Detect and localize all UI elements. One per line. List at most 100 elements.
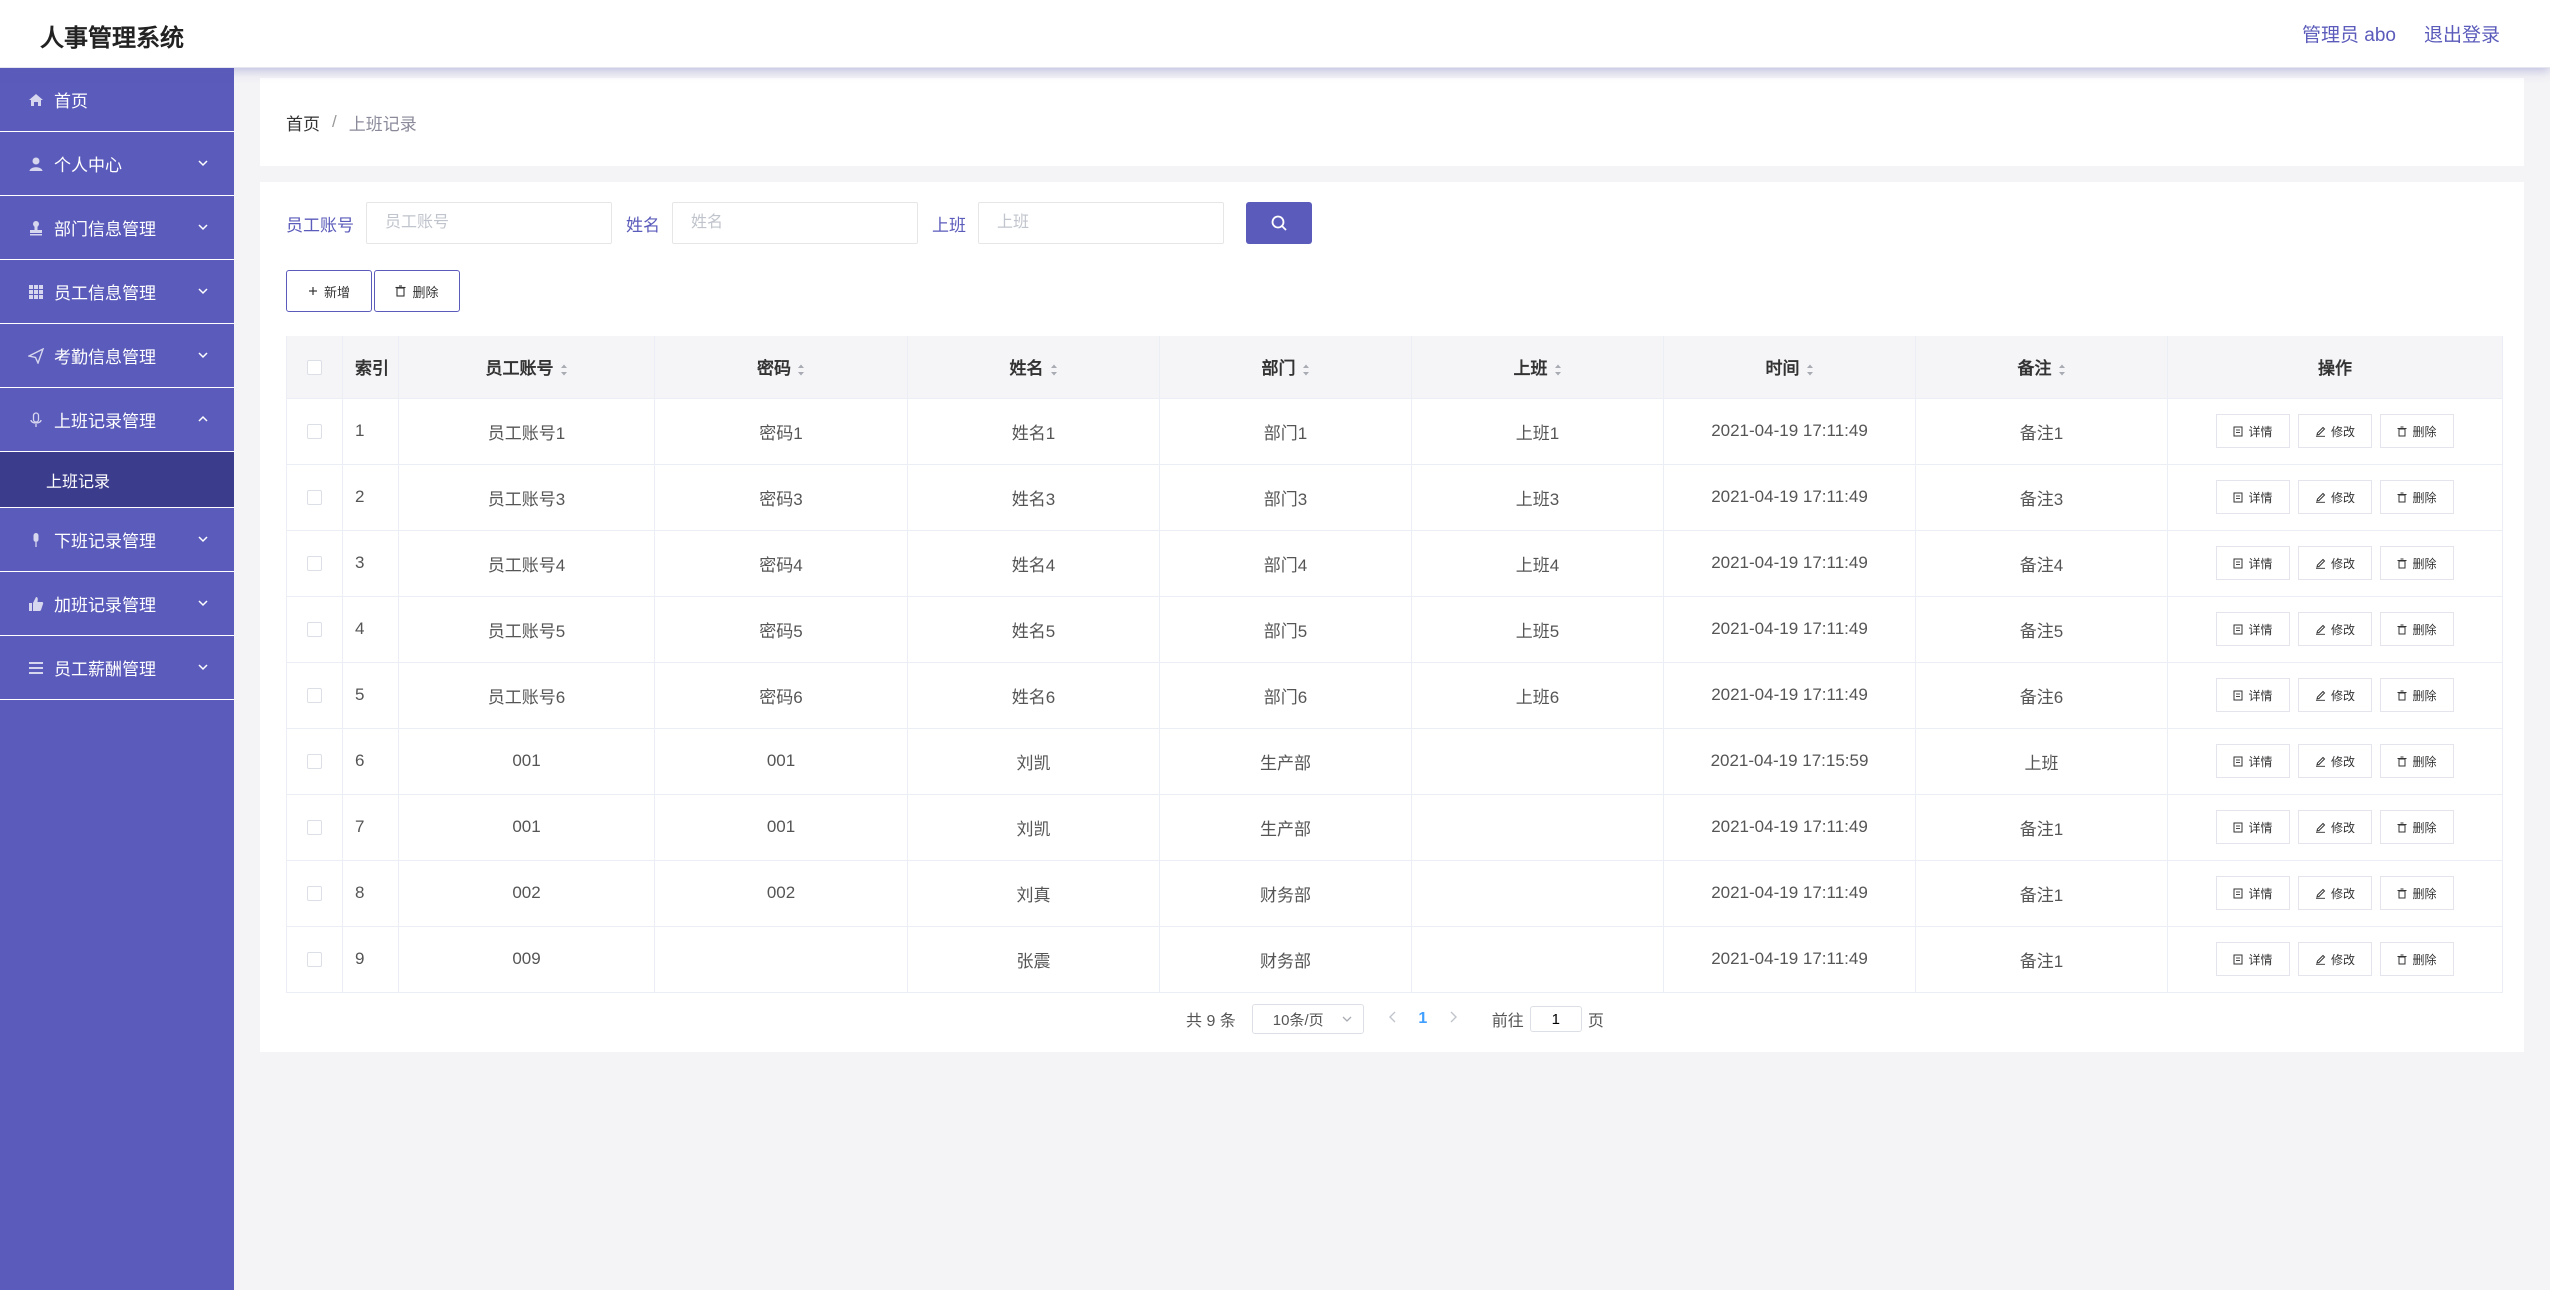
- pagination: 共 9 条 10条/页 1 前往 页: [1186, 1004, 1604, 1034]
- cell-dept: 部门5: [1159, 596, 1412, 663]
- column-header-account[interactable]: 员工账号: [398, 336, 655, 399]
- column-header-department[interactable]: 部门: [1159, 336, 1412, 399]
- next-page-button[interactable]: [1438, 1010, 1468, 1028]
- cell-note: 备注1: [1915, 398, 2168, 465]
- edit-button[interactable]: 修改: [2298, 480, 2372, 514]
- row-checkbox[interactable]: [307, 424, 322, 440]
- detail-button[interactable]: 详情: [2216, 942, 2290, 976]
- grid-icon: [28, 284, 44, 300]
- sidebar-item-overtime-records[interactable]: 加班记录管理: [0, 572, 234, 636]
- total-count: 共 9 条: [1186, 1013, 1236, 1030]
- detail-button[interactable]: 详情: [2216, 546, 2290, 580]
- sidebar-item-department[interactable]: 部门信息管理: [0, 196, 234, 260]
- edit-button[interactable]: 修改: [2298, 810, 2372, 844]
- edit-button[interactable]: 修改: [2298, 414, 2372, 448]
- row-checkbox[interactable]: [307, 688, 322, 704]
- sidebar-item-checkin-records[interactable]: 上班记录管理: [0, 388, 234, 452]
- sidebar-item-salary[interactable]: 员工薪酬管理: [0, 636, 234, 700]
- delete-button[interactable]: 删除: [2380, 744, 2454, 778]
- name-search-input[interactable]: [672, 202, 918, 244]
- cell-password: 密码6: [654, 662, 908, 729]
- sidebar-item-home[interactable]: 首页: [0, 68, 234, 132]
- goto-page-input[interactable]: [1529, 1006, 1582, 1032]
- page-number[interactable]: 1: [1408, 1010, 1438, 1028]
- chevron-right-icon: [1450, 1011, 1457, 1023]
- delete-button[interactable]: 删除: [2380, 546, 2454, 580]
- add-button[interactable]: 新增: [286, 270, 372, 312]
- admin-user-label[interactable]: 管理员 abo: [2302, 20, 2396, 47]
- menu-icon: [28, 660, 44, 676]
- delete-button[interactable]: 删除: [2380, 414, 2454, 448]
- edit-button[interactable]: 修改: [2298, 678, 2372, 712]
- cell-actions: 详情 修改 删除: [2167, 926, 2503, 993]
- cell-actions: 详情 修改 删除: [2167, 860, 2503, 927]
- cell-note: 备注6: [1915, 662, 2168, 729]
- sidebar-item-label: 下班记录管理: [54, 532, 156, 551]
- detail-button[interactable]: 详情: [2216, 414, 2290, 448]
- cell-shift: 上班4: [1411, 530, 1664, 597]
- edit-button[interactable]: 修改: [2298, 744, 2372, 778]
- edit-button[interactable]: 修改: [2298, 876, 2372, 910]
- sidebar-subitem-checkin-record[interactable]: 上班记录: [0, 452, 234, 508]
- page-size-select[interactable]: 10条/页: [1251, 1004, 1364, 1034]
- document-icon: [2233, 690, 2243, 700]
- trash-icon: [2397, 558, 2407, 568]
- row-checkbox[interactable]: [307, 556, 322, 572]
- breadcrumb-home-link[interactable]: 首页: [286, 110, 320, 135]
- shift-search-input[interactable]: [978, 202, 1224, 244]
- row-checkbox[interactable]: [307, 754, 322, 770]
- column-header-name[interactable]: 姓名: [907, 336, 1160, 399]
- sidebar-item-attendance[interactable]: 考勤信息管理: [0, 324, 234, 388]
- row-checkbox[interactable]: [307, 886, 322, 902]
- cell-shift: 上班3: [1411, 464, 1664, 531]
- detail-button[interactable]: 详情: [2216, 480, 2290, 514]
- edit-button-label: 修改: [2330, 424, 2355, 439]
- logout-link[interactable]: 退出登录: [2424, 20, 2500, 47]
- delete-button[interactable]: 删除: [2380, 942, 2454, 976]
- cell-time: 2021-04-19 17:11:49: [1663, 398, 1916, 465]
- edit-button[interactable]: 修改: [2298, 942, 2372, 976]
- delete-button[interactable]: 删除: [2380, 480, 2454, 514]
- cell-password: 001: [654, 728, 908, 795]
- column-header-shift[interactable]: 上班: [1411, 336, 1664, 399]
- cell-shift: [1411, 728, 1664, 795]
- sort-icon: [2058, 364, 2065, 376]
- sidebar-item-label: 个人中心: [54, 156, 122, 175]
- select-all-checkbox[interactable]: [307, 359, 322, 375]
- sidebar-item-profile[interactable]: 个人中心: [0, 132, 234, 196]
- row-checkbox[interactable]: [307, 622, 322, 638]
- delete-button[interactable]: 删除: [2380, 678, 2454, 712]
- batch-delete-button[interactable]: 删除: [374, 270, 460, 312]
- cell-shift: [1411, 860, 1664, 927]
- cell-note: 备注1: [1915, 860, 2168, 927]
- row-checkbox[interactable]: [307, 490, 322, 506]
- sidebar-item-employee[interactable]: 员工信息管理: [0, 260, 234, 324]
- row-select-cell: [286, 926, 343, 993]
- edit-button[interactable]: 修改: [2298, 546, 2372, 580]
- breadcrumb-separator: /: [332, 112, 337, 131]
- detail-button[interactable]: 详情: [2216, 678, 2290, 712]
- edit-button[interactable]: 修改: [2298, 612, 2372, 646]
- cell-password: 密码5: [654, 596, 908, 663]
- delete-button[interactable]: 删除: [2380, 876, 2454, 910]
- row-checkbox[interactable]: [307, 952, 322, 968]
- cell-account: 员工账号3: [398, 464, 655, 531]
- prev-page-button[interactable]: [1378, 1010, 1408, 1028]
- account-search-input[interactable]: [366, 202, 612, 244]
- column-header-time[interactable]: 时间: [1663, 336, 1916, 399]
- search-button[interactable]: [1246, 202, 1312, 244]
- sort-icon: [1806, 364, 1813, 376]
- edit-button-label: 修改: [2330, 490, 2355, 505]
- column-header-password[interactable]: 密码: [654, 336, 908, 399]
- detail-button[interactable]: 详情: [2216, 612, 2290, 646]
- delete-button[interactable]: 删除: [2380, 810, 2454, 844]
- chevron-down-icon: [198, 288, 208, 295]
- cell-name: 姓名5: [907, 596, 1160, 663]
- row-checkbox[interactable]: [307, 820, 322, 836]
- detail-button[interactable]: 详情: [2216, 744, 2290, 778]
- detail-button[interactable]: 详情: [2216, 810, 2290, 844]
- delete-button[interactable]: 删除: [2380, 612, 2454, 646]
- sidebar-item-checkout-records[interactable]: 下班记录管理: [0, 508, 234, 572]
- detail-button[interactable]: 详情: [2216, 876, 2290, 910]
- column-header-note[interactable]: 备注: [1915, 336, 2168, 399]
